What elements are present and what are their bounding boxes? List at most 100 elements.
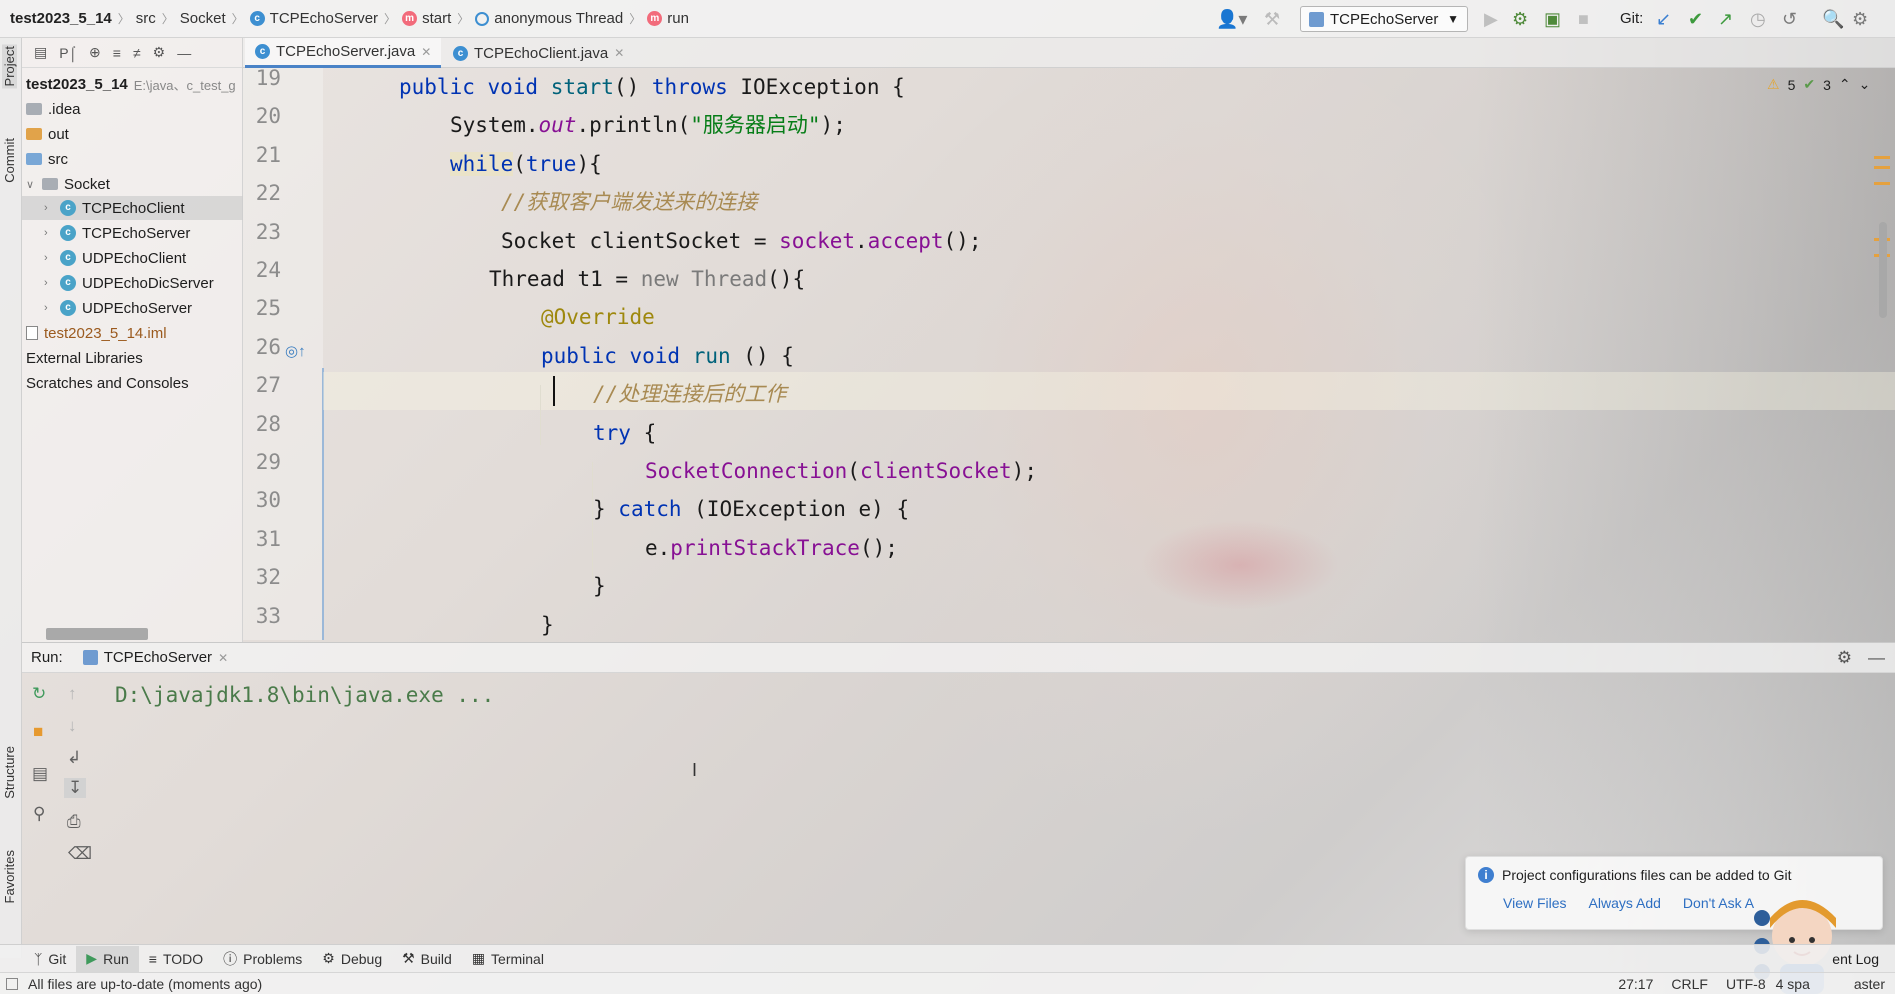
breadcrumb-package[interactable]: Socket — [180, 10, 226, 27]
user-icon[interactable]: 👤▾ — [1216, 9, 1247, 29]
breadcrumb-anonymous[interactable]: anonymous Thread — [475, 10, 623, 27]
layout-icon[interactable]: ▤ — [32, 764, 48, 784]
status-toggle-icon[interactable] — [6, 977, 18, 990]
breadcrumb-src[interactable]: src — [136, 10, 156, 27]
gear-icon[interactable]: ⚙ — [153, 44, 166, 61]
print-icon[interactable]: ⎙ — [67, 812, 81, 832]
editor-gutter: 19 20 21 22 23 24 25 26 27 28 29 30 31 3… — [243, 66, 324, 640]
error-stripe-mark[interactable] — [1874, 182, 1890, 185]
tree-item-src[interactable]: src — [26, 147, 68, 171]
collapse-all-icon[interactable]: ≠ — [133, 45, 141, 61]
tab-terminal[interactable]: ▦ Terminal — [462, 946, 554, 972]
tree-item-external-libraries[interactable]: External Libraries — [26, 346, 143, 370]
tree-root[interactable]: test2023_5_14 E:\java、c_test_g — [26, 72, 236, 96]
coverage-icon[interactable]: ▣ — [1544, 9, 1561, 29]
hide-icon[interactable]: — — [177, 45, 191, 61]
expand-all-icon[interactable]: ≡ — [113, 45, 121, 61]
indent-setting[interactable]: 4 spa — [1776, 976, 1810, 992]
tab-problems[interactable]: ⓘ Problems — [213, 946, 312, 972]
rollback-icon[interactable]: ↺ — [1782, 9, 1797, 29]
tab-tcpechoclient[interactable]: c TCPEchoClient.java ✕ — [443, 38, 634, 68]
git-push-icon[interactable]: ↗ — [1718, 9, 1733, 29]
debug-icon[interactable]: ⚙ — [1512, 9, 1528, 29]
history-icon[interactable]: ◷ — [1750, 9, 1766, 29]
settings-icon[interactable]: ⚙ — [1852, 9, 1868, 29]
tree-item-udpechoclient[interactable]: › c UDPEchoClient — [44, 246, 186, 270]
line-separator[interactable]: CRLF — [1671, 976, 1708, 992]
chevron-up-icon[interactable]: ⌃ — [1839, 76, 1851, 93]
dont-ask-link[interactable]: Don't Ask A — [1683, 895, 1754, 911]
error-stripe-mark[interactable] — [1874, 156, 1890, 159]
tab-tcpechoserver[interactable]: c TCPEchoServer.java ✕ — [245, 38, 442, 68]
override-gutter-icon[interactable]: ◎↑ — [285, 342, 306, 360]
caret-position[interactable]: 27:17 — [1618, 976, 1653, 992]
structure-tool-tab[interactable]: Structure — [2, 746, 17, 799]
view-files-link[interactable]: View Files — [1503, 895, 1567, 911]
tree-item-udpechodicserver[interactable]: › c UDPEchoDicServer — [44, 271, 214, 295]
hammer-icon[interactable]: ⚒ — [1264, 9, 1280, 29]
git-update-icon[interactable]: ↙ — [1656, 9, 1671, 29]
commit-tool-tab[interactable]: Commit — [2, 138, 17, 183]
minimize-icon[interactable]: — — [1868, 648, 1885, 668]
chevron-down-icon[interactable]: ∨ — [26, 178, 36, 191]
soft-wrap-icon[interactable]: ↲ — [67, 748, 81, 768]
breadcrumb-project[interactable]: test2023_5_14 — [10, 10, 112, 27]
run-configuration-select[interactable]: TCPEchoServer ▼ — [1300, 6, 1468, 32]
arrow-down-icon[interactable]: ↓ — [68, 716, 77, 736]
tab-debug[interactable]: ⚙ Debug — [312, 946, 392, 972]
tree-item-tcpechoserver[interactable]: › c TCPEchoServer — [44, 221, 190, 245]
tree-item-idea[interactable]: .idea — [26, 97, 81, 121]
git-commit-icon[interactable]: ✔ — [1688, 9, 1703, 29]
error-stripe-mark[interactable] — [1874, 166, 1890, 169]
tab-todo[interactable]: ≡ TODO — [139, 946, 213, 972]
tree-item-out[interactable]: out — [26, 122, 69, 146]
inspection-widget[interactable]: ⚠ 5 ✔ 3 ⌃ ⌄ — [1767, 76, 1870, 93]
locate-icon[interactable]: ⊕ — [89, 44, 101, 61]
tree-item-scratches[interactable]: Scratches and Consoles — [26, 371, 189, 395]
tree-item-udpechoserver[interactable]: › c UDPEchoServer — [44, 296, 192, 320]
code-line: SocketConnection(clientSocket); — [645, 459, 1037, 483]
editor-vertical-scrollbar[interactable] — [1879, 222, 1887, 318]
breadcrumb-class[interactable]: c TCPEchoServer — [249, 10, 378, 27]
chevron-right-icon[interactable]: › — [44, 202, 54, 214]
run-icon[interactable]: ▶ — [1484, 9, 1498, 29]
breadcrumb-method[interactable]: m start — [402, 10, 451, 27]
always-add-link[interactable]: Always Add — [1589, 895, 1661, 911]
gear-icon[interactable]: ⚙ — [1837, 648, 1852, 668]
tab-git[interactable]: ᛉ Git — [24, 946, 76, 972]
chevron-right-icon[interactable]: › — [44, 252, 54, 264]
event-log-button[interactable]: ent Log — [1832, 951, 1879, 967]
pin-icon[interactable]: ⚲ — [33, 804, 45, 824]
tree-item-socket[interactable]: ∨ Socket — [26, 172, 110, 196]
code-editor[interactable]: public void start() throws IOException {… — [323, 68, 1873, 640]
file-encoding[interactable]: UTF-8 — [1726, 976, 1766, 992]
tab-build[interactable]: ⚒ Build — [392, 946, 462, 972]
project-tool-tab[interactable]: Project — [2, 44, 17, 89]
class-icon: c — [453, 45, 468, 61]
close-icon[interactable]: ✕ — [218, 651, 228, 665]
favorites-tool-tab[interactable]: Favorites — [2, 850, 17, 903]
close-icon[interactable]: ✕ — [614, 46, 624, 60]
project-horizontal-scrollbar[interactable] — [46, 628, 148, 640]
search-icon[interactable]: 🔍 — [1822, 9, 1844, 29]
run-tab[interactable]: TCPEchoServer ✕ — [82, 649, 228, 666]
tab-run[interactable]: ▶ Run — [76, 945, 139, 972]
stop-icon[interactable]: ■ — [33, 722, 43, 742]
console-output[interactable]: D:\javajdk1.8\bin\java.exe ... — [115, 683, 494, 707]
breadcrumb-run[interactable]: m run — [647, 10, 689, 27]
chevron-right-icon[interactable]: › — [44, 227, 54, 239]
stop-icon[interactable]: ■ — [1578, 9, 1589, 29]
tree-item-iml[interactable]: test2023_5_14.iml — [26, 321, 167, 345]
trash-icon[interactable]: ⌫ — [68, 844, 92, 864]
close-icon[interactable]: ✕ — [421, 45, 431, 59]
git-branch[interactable]: aster — [1854, 976, 1885, 992]
chevron-down-icon[interactable]: ⌄ — [1859, 76, 1871, 93]
tree-item-tcpechoclient[interactable]: › c TCPEchoClient — [22, 196, 243, 220]
chevron-right-icon[interactable]: › — [44, 277, 54, 289]
project-view-icon[interactable]: ▤ — [34, 44, 47, 61]
scroll-to-end-icon[interactable]: ↧ — [64, 778, 87, 798]
project-view-label[interactable]: P⌠ — [59, 45, 77, 61]
chevron-right-icon[interactable]: › — [44, 302, 54, 314]
arrow-up-icon[interactable]: ↑ — [68, 684, 77, 704]
rerun-icon[interactable]: ↻ — [32, 684, 46, 704]
